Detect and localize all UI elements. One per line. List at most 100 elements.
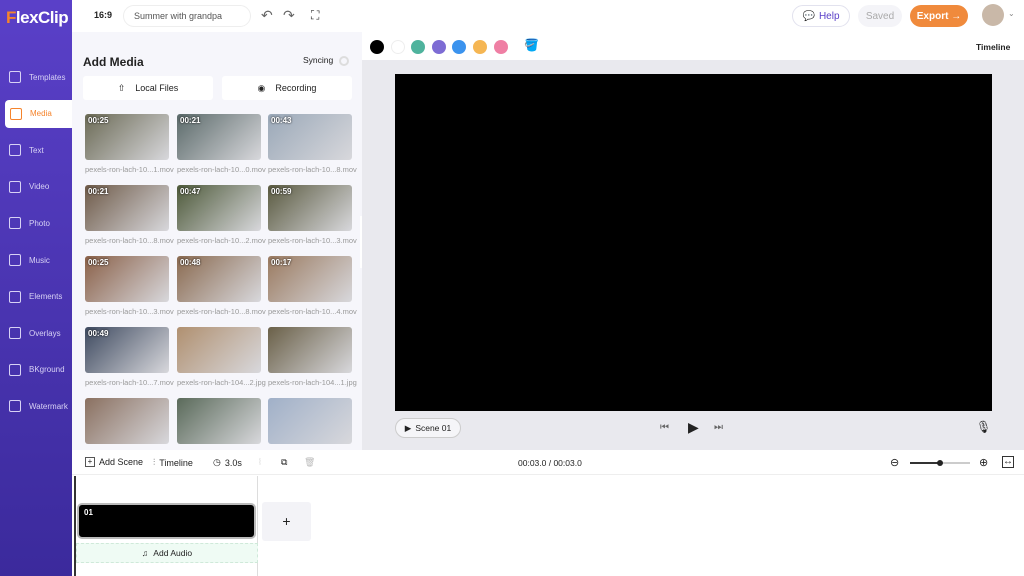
recording-label: Recording	[275, 83, 317, 93]
sidebar-item-bkground[interactable]: BKground	[0, 356, 72, 384]
media-thumbnail[interactable]: 00:49	[85, 327, 169, 373]
zoom-out-icon[interactable]: ⊖	[890, 456, 899, 469]
media-thumbnail[interactable]	[268, 327, 352, 373]
color-swatch[interactable]	[473, 40, 487, 54]
color-swatch[interactable]	[431, 40, 446, 54]
preview-area: ▶ Scene 01 ⏮ ▶ ⏭ 🎙	[362, 60, 1024, 450]
timeline-icon: ⫶	[153, 457, 156, 467]
media-thumbnail[interactable]: 00:48	[177, 256, 261, 302]
sidebar-item-media[interactable]: Media	[5, 99, 72, 128]
scene-clip[interactable]: 01	[77, 503, 256, 539]
undo-icon[interactable]: ↶	[261, 7, 273, 24]
media-filename: pexels-ron-lach-10...8.mov	[268, 165, 357, 174]
duration-badge: 00:49	[88, 329, 109, 338]
project-title-input[interactable]: Summer with grandpa	[123, 5, 251, 27]
play-small-icon: ▶	[404, 422, 412, 433]
music-note-icon: ♫	[141, 548, 149, 558]
sidebar-item-watermark[interactable]: Watermark	[0, 392, 72, 420]
sidebar-item-label: Elements	[29, 292, 63, 302]
timeline-button[interactable]: ⫶ Timeline	[153, 457, 193, 468]
timeline-link[interactable]: Timeline	[976, 42, 1010, 52]
media-thumbnail[interactable]: 00:43	[268, 114, 352, 160]
add-scene-label: Add Scene	[99, 457, 144, 467]
zoom-slider[interactable]	[910, 460, 970, 466]
recording-button[interactable]: ◉ Recording	[222, 76, 352, 100]
sidebar: FlexClip Templates Media Text Video Photo Mus…	[0, 0, 72, 576]
trash-icon[interactable]: 🗑	[304, 457, 315, 468]
media-filename: pexels-ron-lach-10...8.mov	[177, 307, 266, 316]
scene-label: Scene 01	[415, 423, 452, 433]
color-swatch[interactable]	[390, 40, 405, 54]
scene-number: 01	[84, 508, 93, 517]
sidebar-item-overlays[interactable]: Overlays	[0, 319, 72, 347]
timeline-label: Timeline	[159, 457, 193, 468]
media-thumbnail[interactable]: 00:17	[268, 256, 352, 302]
media-thumbnail[interactable]	[85, 398, 169, 444]
add-audio-button[interactable]: ♫ Add Audio	[76, 543, 258, 563]
video-icon	[9, 180, 21, 193]
export-button[interactable]: Export →	[910, 5, 968, 27]
media-thumbnail[interactable]: 00:21	[177, 114, 261, 160]
sidebar-item-templates[interactable]: Templates	[0, 63, 72, 91]
sidebar-item-label: Video	[29, 182, 50, 192]
fit-icon[interactable]: ↔	[1002, 456, 1014, 468]
sidebar-item-label: Watermark	[29, 401, 68, 411]
split-icon[interactable]: ⦚	[259, 457, 261, 468]
media-filename: pexels-ron-lach-10...2.mov	[177, 236, 266, 245]
timeline-area: 01 + ♫ Add Audio	[72, 476, 1024, 576]
play-icon[interactable]: ▶	[688, 419, 699, 436]
templates-icon	[9, 71, 21, 83]
help-button[interactable]: 💬 Help	[792, 5, 850, 27]
photo-icon	[9, 217, 21, 230]
clock-icon: ◷	[213, 457, 221, 467]
paint-bucket-icon[interactable]: 🪣	[524, 38, 539, 52]
color-swatch[interactable]	[493, 40, 508, 54]
media-thumbnail[interactable]: 00:47	[177, 185, 261, 231]
sidebar-item-label: Templates	[29, 72, 66, 82]
media-filename: pexels-ron-lach-10...8.mov	[85, 236, 174, 245]
add-scene-button[interactable]: + Add Scene	[85, 457, 143, 467]
sidebar-item-photo[interactable]: Photo	[0, 209, 72, 237]
color-swatch[interactable]	[452, 40, 467, 54]
media-thumbnail[interactable]: 00:21	[85, 185, 169, 231]
chevron-down-icon[interactable]: ⌄	[1008, 9, 1015, 18]
sidebar-item-video[interactable]: Video	[0, 173, 72, 201]
next-icon[interactable]: ⏭	[714, 422, 723, 433]
media-thumbnail[interactable]: 00:25	[85, 256, 169, 302]
fullscreen-icon[interactable]: ⛶	[311, 8, 319, 23]
sidebar-item-music[interactable]: Music	[0, 246, 72, 274]
media-thumbnail[interactable]: 00:25	[85, 114, 169, 160]
overlays-icon	[9, 327, 21, 340]
zoom-slider-handle[interactable]	[937, 460, 943, 466]
media-thumbnail[interactable]	[268, 398, 352, 444]
previous-icon[interactable]: ⏮	[660, 422, 669, 433]
duration-button[interactable]: ◷ 3.0s	[213, 457, 242, 468]
zoom-in-icon[interactable]: ⊕	[979, 456, 988, 469]
local-files-button[interactable]: ⇧ Local Files	[83, 76, 213, 100]
microphone-icon[interactable]: 🎙	[976, 420, 991, 434]
color-swatch[interactable]	[411, 40, 426, 54]
panel-title: Add Media	[83, 55, 144, 69]
media-thumbnail[interactable]	[177, 398, 261, 444]
scene-selector[interactable]: ▶ Scene 01	[395, 418, 461, 438]
flexclip-logo[interactable]: FlexClip	[6, 8, 69, 28]
upload-icon: ⇧	[117, 82, 126, 93]
media-filename: pexels-ron-lach-10...3.mov	[268, 236, 357, 245]
duration-badge: 00:25	[88, 258, 109, 267]
media-icon	[10, 107, 22, 120]
video-canvas[interactable]	[395, 74, 992, 411]
duration-badge: 00:21	[88, 187, 109, 196]
color-swatch[interactable]	[370, 40, 384, 54]
aspect-ratio[interactable]: 16:9	[94, 10, 112, 20]
avatar[interactable]	[982, 4, 1004, 26]
syncing-status: Syncing	[303, 55, 334, 65]
sidebar-item-text[interactable]: Text	[0, 136, 72, 164]
media-filename: pexels-ron-lach-10...4.mov	[268, 307, 357, 316]
media-thumbnail[interactable]: 00:59	[268, 185, 352, 231]
add-scene-plus-button[interactable]: +	[262, 502, 311, 541]
bkground-icon	[9, 363, 21, 376]
sidebar-item-elements[interactable]: Elements	[0, 283, 72, 311]
redo-icon[interactable]: ↷	[283, 7, 295, 24]
duplicate-icon[interactable]: ⧉	[281, 457, 287, 468]
media-thumbnail[interactable]	[177, 327, 261, 373]
